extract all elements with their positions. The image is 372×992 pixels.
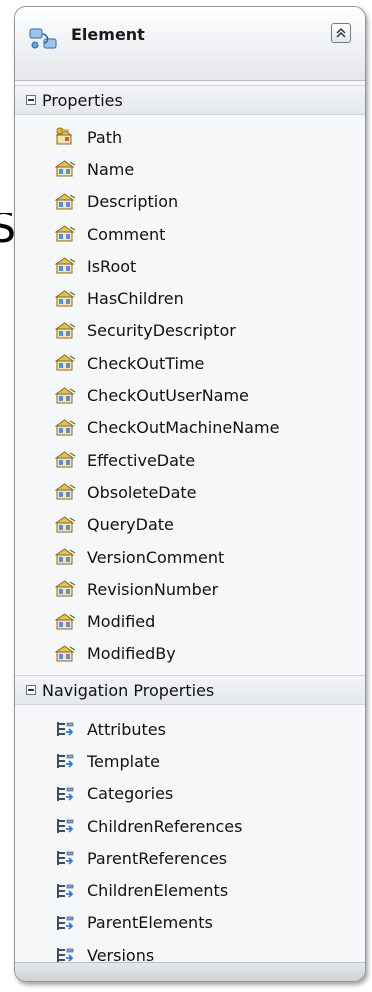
property-item[interactable]: RevisionNumber (15, 573, 365, 605)
property-icon (55, 290, 76, 307)
navigation-property-label: Attributes (87, 719, 166, 739)
property-item[interactable]: CheckOutUserName (15, 379, 365, 411)
navigation-property-item[interactable]: Attributes (15, 713, 365, 745)
property-item[interactable]: ObsoleteDate (15, 476, 365, 508)
navigation-section-label: Navigation Properties (42, 680, 215, 700)
property-icon (55, 257, 76, 274)
property-icon (55, 386, 76, 404)
navigation-property-icon (57, 819, 74, 834)
entity-shape[interactable]: Element Properties Path Name Description Co… (14, 6, 366, 982)
property-item[interactable]: CheckOutTime (15, 347, 365, 379)
property-item[interactable]: CheckOutMachineName (15, 412, 365, 444)
property-label: CheckOutTime (87, 353, 205, 373)
navigation-property-icon (57, 754, 74, 769)
property-icon (55, 160, 76, 177)
entity-header[interactable]: Element (15, 7, 365, 81)
property-icon (55, 322, 76, 339)
property-item[interactable]: Comment (15, 218, 365, 250)
navigation-property-item[interactable]: ParentElements (15, 907, 365, 939)
property-icon (55, 516, 76, 533)
property-icon (55, 612, 76, 630)
property-label: Path (87, 127, 123, 147)
navigation-properties-list: Attributes Template Categories ChildrenRefe… (15, 713, 365, 971)
property-icon (55, 548, 76, 565)
entity-title: Element (71, 25, 145, 44)
property-item[interactable]: SecurityDescriptor (15, 315, 365, 347)
property-label: Modified (87, 612, 156, 632)
property-label: HasChildren (87, 289, 184, 309)
double-chevron-up-icon (336, 27, 346, 38)
property-item[interactable]: VersionComment (15, 541, 365, 573)
property-item[interactable]: EffectiveDate (15, 444, 365, 476)
property-label: EffectiveDate (87, 450, 196, 470)
navigation-property-icon (57, 915, 74, 930)
property-item[interactable]: Modified (15, 605, 365, 637)
property-item[interactable]: Path (15, 121, 365, 153)
collapse-toggle-icon[interactable] (26, 685, 36, 695)
property-label: IsRoot (87, 256, 137, 276)
property-label: VersionComment (87, 547, 225, 567)
navigation-property-icon (57, 722, 74, 737)
navigation-section-header[interactable]: Navigation Properties (15, 675, 365, 705)
properties-section-header[interactable]: Properties (15, 85, 365, 115)
property-label: QueryDate (87, 515, 174, 535)
property-icon (55, 354, 76, 371)
property-icon (55, 225, 76, 242)
navigation-property-item[interactable]: ChildrenReferences (15, 810, 365, 842)
property-icon (55, 451, 76, 468)
navigation-property-label: Template (87, 751, 161, 771)
property-label: ModifiedBy (87, 644, 176, 664)
navigation-property-item[interactable]: Template (15, 745, 365, 777)
navigation-property-label: Categories (87, 784, 174, 804)
navigation-property-icon (57, 883, 74, 898)
navigation-property-icon (57, 851, 74, 866)
property-label: Name (87, 159, 135, 179)
properties-section-label: Properties (42, 90, 123, 110)
navigation-property-icon (57, 786, 74, 801)
property-item[interactable]: Name (15, 153, 365, 185)
property-label: Description (87, 192, 179, 212)
property-label: Comment (87, 224, 166, 244)
key-property-icon (55, 127, 73, 145)
property-item[interactable]: HasChildren (15, 282, 365, 314)
property-label: SecurityDescriptor (87, 321, 236, 341)
property-label: CheckOutMachineName (87, 418, 280, 438)
property-item[interactable]: Description (15, 186, 365, 218)
entity-footer (15, 962, 365, 981)
property-item[interactable]: QueryDate (15, 509, 365, 541)
property-icon (55, 580, 76, 597)
property-item[interactable]: ModifiedBy (15, 638, 365, 670)
property-item[interactable]: IsRoot (15, 250, 365, 282)
collapse-toggle-icon[interactable] (26, 95, 36, 105)
property-label: RevisionNumber (87, 579, 219, 599)
cropped-glyph: S (0, 213, 14, 251)
property-icon (55, 419, 76, 436)
property-icon (55, 645, 76, 662)
navigation-property-item[interactable]: Categories (15, 778, 365, 810)
property-label: CheckOutUserName (87, 386, 249, 406)
navigation-property-label: ParentReferences (87, 848, 228, 868)
navigation-property-label: ChildrenReferences (87, 816, 243, 836)
navigation-property-label: ParentElements (87, 913, 213, 933)
entity-icon (29, 28, 57, 49)
property-icon (55, 193, 76, 210)
navigation-property-item[interactable]: ParentReferences (15, 842, 365, 874)
collapse-button[interactable] (331, 23, 351, 43)
navigation-property-item[interactable]: ChildrenElements (15, 874, 365, 906)
properties-list: Path Name Description Comment IsRoot HasChild… (15, 121, 365, 670)
property-icon (55, 483, 76, 500)
navigation-property-label: ChildrenElements (87, 881, 229, 901)
property-label: ObsoleteDate (87, 482, 197, 502)
